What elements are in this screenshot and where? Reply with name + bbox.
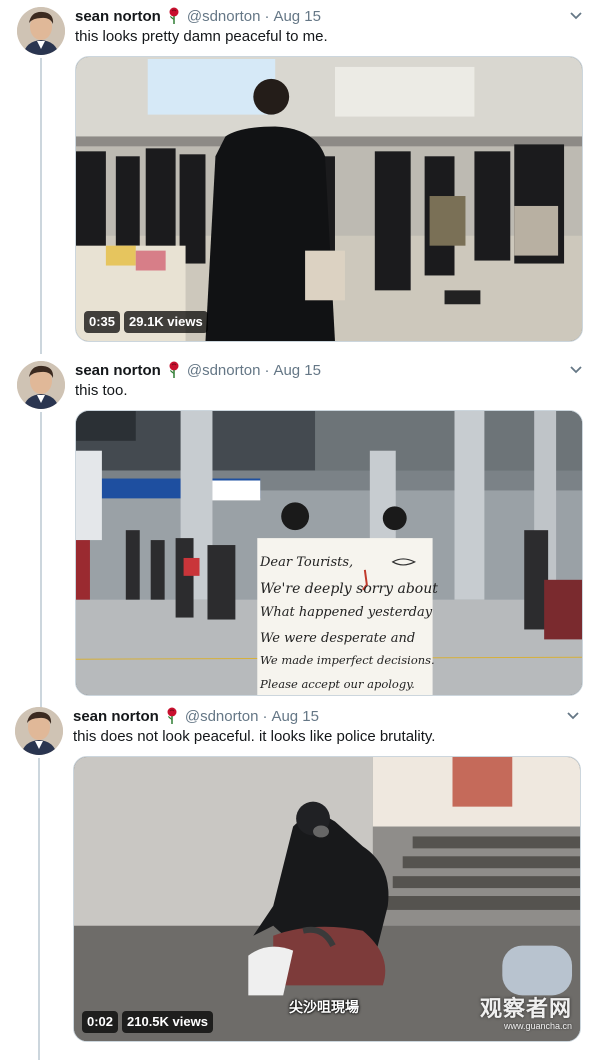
video-player[interactable]: 尖沙咀現場 0:02 210.5K views 观察者网 www.guancha… [73, 756, 581, 1042]
user-handle[interactable]: @sdnorton [187, 8, 261, 25]
duration-badge: 0:02 [82, 1011, 119, 1033]
thread-line [40, 58, 42, 354]
watermark: 观察者网 www.guancha.cn [480, 991, 572, 1031]
sign-line: We were desperate and [260, 631, 416, 646]
avatar[interactable] [15, 707, 63, 755]
chevron-down-icon[interactable] [569, 365, 583, 375]
rose-emoji-icon [165, 707, 179, 725]
thread-line [38, 758, 40, 1060]
tweet-text: this does not look peaceful. it looks li… [73, 728, 436, 745]
avatar[interactable] [17, 7, 65, 55]
video-caption: 尖沙咀現場 [289, 999, 359, 1015]
photo[interactable]: Dear Tourists, We're deeply sorry about … [75, 410, 583, 696]
chevron-down-icon[interactable] [566, 711, 580, 721]
tweet-3[interactable]: sean norton @sdnorton · Aug 15 this does… [0, 700, 602, 1060]
tweet-text: this too. [75, 382, 128, 399]
tweet-1[interactable]: sean norton @sdnorton · Aug 15 this look… [0, 0, 602, 354]
video-player[interactable]: 0:35 29.1K views [75, 56, 583, 342]
sign-line: Please accept our apology. [260, 677, 415, 691]
rose-emoji-icon [167, 7, 181, 25]
separator-dot: · [264, 7, 270, 25]
separator-dot: · [262, 707, 268, 725]
display-name[interactable]: sean norton [75, 362, 161, 379]
thread-line [40, 412, 42, 708]
separator-dot: · [264, 361, 270, 379]
user-handle[interactable]: @sdnorton [185, 708, 259, 725]
tweet-date[interactable]: Aug 15 [273, 8, 321, 25]
duration-badge: 0:35 [84, 311, 121, 333]
sign-line: What happened yesterday [260, 605, 433, 620]
display-name[interactable]: sean norton [73, 708, 159, 725]
tweet-date[interactable]: Aug 15 [273, 362, 321, 379]
user-handle[interactable]: @sdnorton [187, 362, 261, 379]
video-thumbnail [76, 57, 582, 341]
tweet-2[interactable]: sean norton @sdnorton · Aug 15 this too. [0, 354, 602, 708]
display-name[interactable]: sean norton [75, 8, 161, 25]
tweet-date[interactable]: Aug 15 [271, 708, 319, 725]
tweet-text: this looks pretty damn peaceful to me. [75, 28, 328, 45]
tweet-header: sean norton @sdnorton · Aug 15 [75, 360, 321, 380]
avatar[interactable] [17, 361, 65, 409]
watermark-logo: 观察者网 [479, 996, 572, 1021]
sign-line: Dear Tourists, [260, 555, 354, 570]
sign-line: We're deeply sorry about [260, 581, 438, 597]
sign-line: We made imperfect decisions. [260, 653, 435, 667]
rose-emoji-icon [167, 361, 181, 379]
chevron-down-icon[interactable] [569, 11, 583, 21]
tweet-header: sean norton @sdnorton · Aug 15 [73, 706, 319, 726]
views-badge: 29.1K views [124, 311, 208, 333]
views-badge: 210.5K views [122, 1011, 213, 1033]
tweet-header: sean norton @sdnorton · Aug 15 [75, 6, 321, 26]
